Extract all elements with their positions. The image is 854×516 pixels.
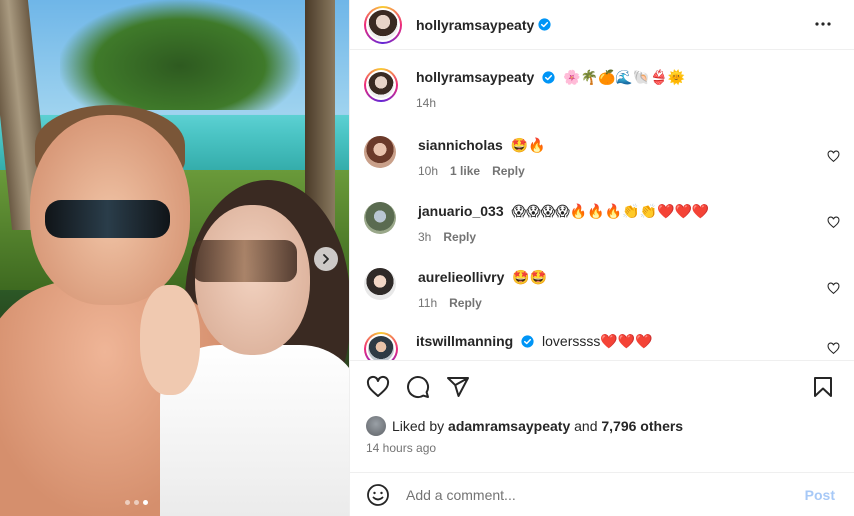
avatar[interactable]	[364, 68, 398, 102]
list-item: januario_033 😱😱😱😱🔥🔥🔥👏👏❤️❤️❤️ 3h Reply	[364, 202, 844, 246]
avatar[interactable]	[366, 416, 386, 436]
avatar[interactable]	[364, 268, 396, 300]
action-bar	[350, 360, 854, 412]
comment-input[interactable]	[406, 486, 786, 503]
carousel-dot	[125, 500, 130, 505]
comment-time: 10h	[418, 164, 439, 178]
post-header: hollyramsaypeaty	[350, 0, 854, 50]
likes-and: and	[574, 418, 598, 434]
reply-button[interactable]: Reply	[443, 228, 476, 246]
caption-username[interactable]: hollyramsaypeaty	[416, 69, 534, 85]
reply-button[interactable]: Reply	[492, 162, 525, 180]
comment-icon[interactable]	[406, 375, 430, 399]
verified-badge-icon	[542, 71, 555, 84]
heart-icon[interactable]	[366, 375, 390, 399]
list-item: itswillmanning loverssss❤️❤️❤️	[364, 332, 844, 360]
comment-text: 🤩🔥	[510, 137, 546, 153]
post-time: 14 hours ago	[366, 441, 437, 455]
avatar[interactable]	[364, 202, 396, 234]
photo-sunglasses	[192, 240, 297, 282]
share-icon[interactable]	[446, 375, 470, 399]
comment-likes[interactable]: 1 like	[450, 162, 480, 180]
likes-others[interactable]: 7,796 others	[601, 418, 683, 434]
comment-username[interactable]: siannicholas	[418, 137, 503, 153]
avatar-image	[368, 72, 394, 98]
caption-time: 14h	[416, 96, 437, 110]
likes-prefix: Liked by	[392, 418, 445, 434]
photo-foliage	[60, 0, 300, 110]
heart-icon[interactable]	[827, 216, 840, 229]
heart-icon[interactable]	[827, 150, 840, 163]
comment-text: loverssss❤️❤️❤️	[542, 333, 653, 349]
heart-icon[interactable]	[827, 342, 840, 355]
bookmark-icon[interactable]	[811, 375, 835, 399]
likes-user[interactable]: adamramsaypeaty	[448, 418, 570, 434]
add-comment-bar: Post	[350, 472, 854, 516]
photo-hand	[140, 285, 200, 395]
post-sidebar: hollyramsaypeaty hollyramsaypeaty 🌸🌴🍊🌊🐚👙…	[349, 0, 854, 516]
avatar[interactable]	[364, 136, 396, 168]
verified-badge-icon	[538, 18, 551, 31]
avatar[interactable]	[364, 5, 402, 44]
comment-time: 3h	[418, 230, 432, 244]
comment-text: 😱😱😱😱🔥🔥🔥👏👏❤️❤️❤️	[511, 203, 710, 219]
caption-text: 🌸🌴🍊🌊🐚👙🌞	[563, 69, 686, 85]
heart-icon[interactable]	[827, 282, 840, 295]
comment-time: 11h	[418, 296, 438, 310]
header-username[interactable]: hollyramsaypeaty	[416, 17, 534, 33]
carousel-dot	[134, 500, 139, 505]
list-item: aurelieollivry 🤩🤩 11h Reply	[364, 268, 844, 312]
post-photo[interactable]	[0, 0, 349, 516]
comment-text: 🤩🤩	[512, 269, 548, 285]
avatar[interactable]	[364, 332, 398, 360]
comments-list[interactable]: hollyramsaypeaty 🌸🌴🍊🌊🐚👙🌞 14h siannichola…	[350, 50, 854, 360]
carousel-dot-active	[143, 500, 148, 505]
likes-summary: Liked by adamramsaypeaty and 7,796 other…	[366, 416, 683, 436]
avatar-image	[368, 336, 394, 360]
smiley-icon[interactable]	[366, 483, 390, 507]
comment-username[interactable]: januario_033	[418, 203, 504, 219]
carousel-dots	[125, 500, 148, 505]
post-button[interactable]: Post	[805, 487, 835, 503]
list-item: siannicholas 🤩🔥 10h 1 like Reply	[364, 136, 844, 180]
reply-button[interactable]: Reply	[449, 294, 482, 312]
chevron-right-icon	[323, 254, 329, 264]
post-viewer: hollyramsaypeaty hollyramsaypeaty 🌸🌴🍊🌊🐚👙…	[0, 0, 854, 516]
more-horizontal-icon[interactable]	[813, 14, 833, 34]
verified-badge-icon	[521, 335, 534, 348]
caption: hollyramsaypeaty 🌸🌴🍊🌊🐚👙🌞 14h	[364, 68, 844, 112]
avatar-image	[368, 9, 398, 40]
photo-sunglasses	[45, 200, 170, 238]
carousel-next-button[interactable]	[314, 247, 338, 271]
comment-username[interactable]: itswillmanning	[416, 333, 513, 349]
comment-username[interactable]: aurelieollivry	[418, 269, 504, 285]
